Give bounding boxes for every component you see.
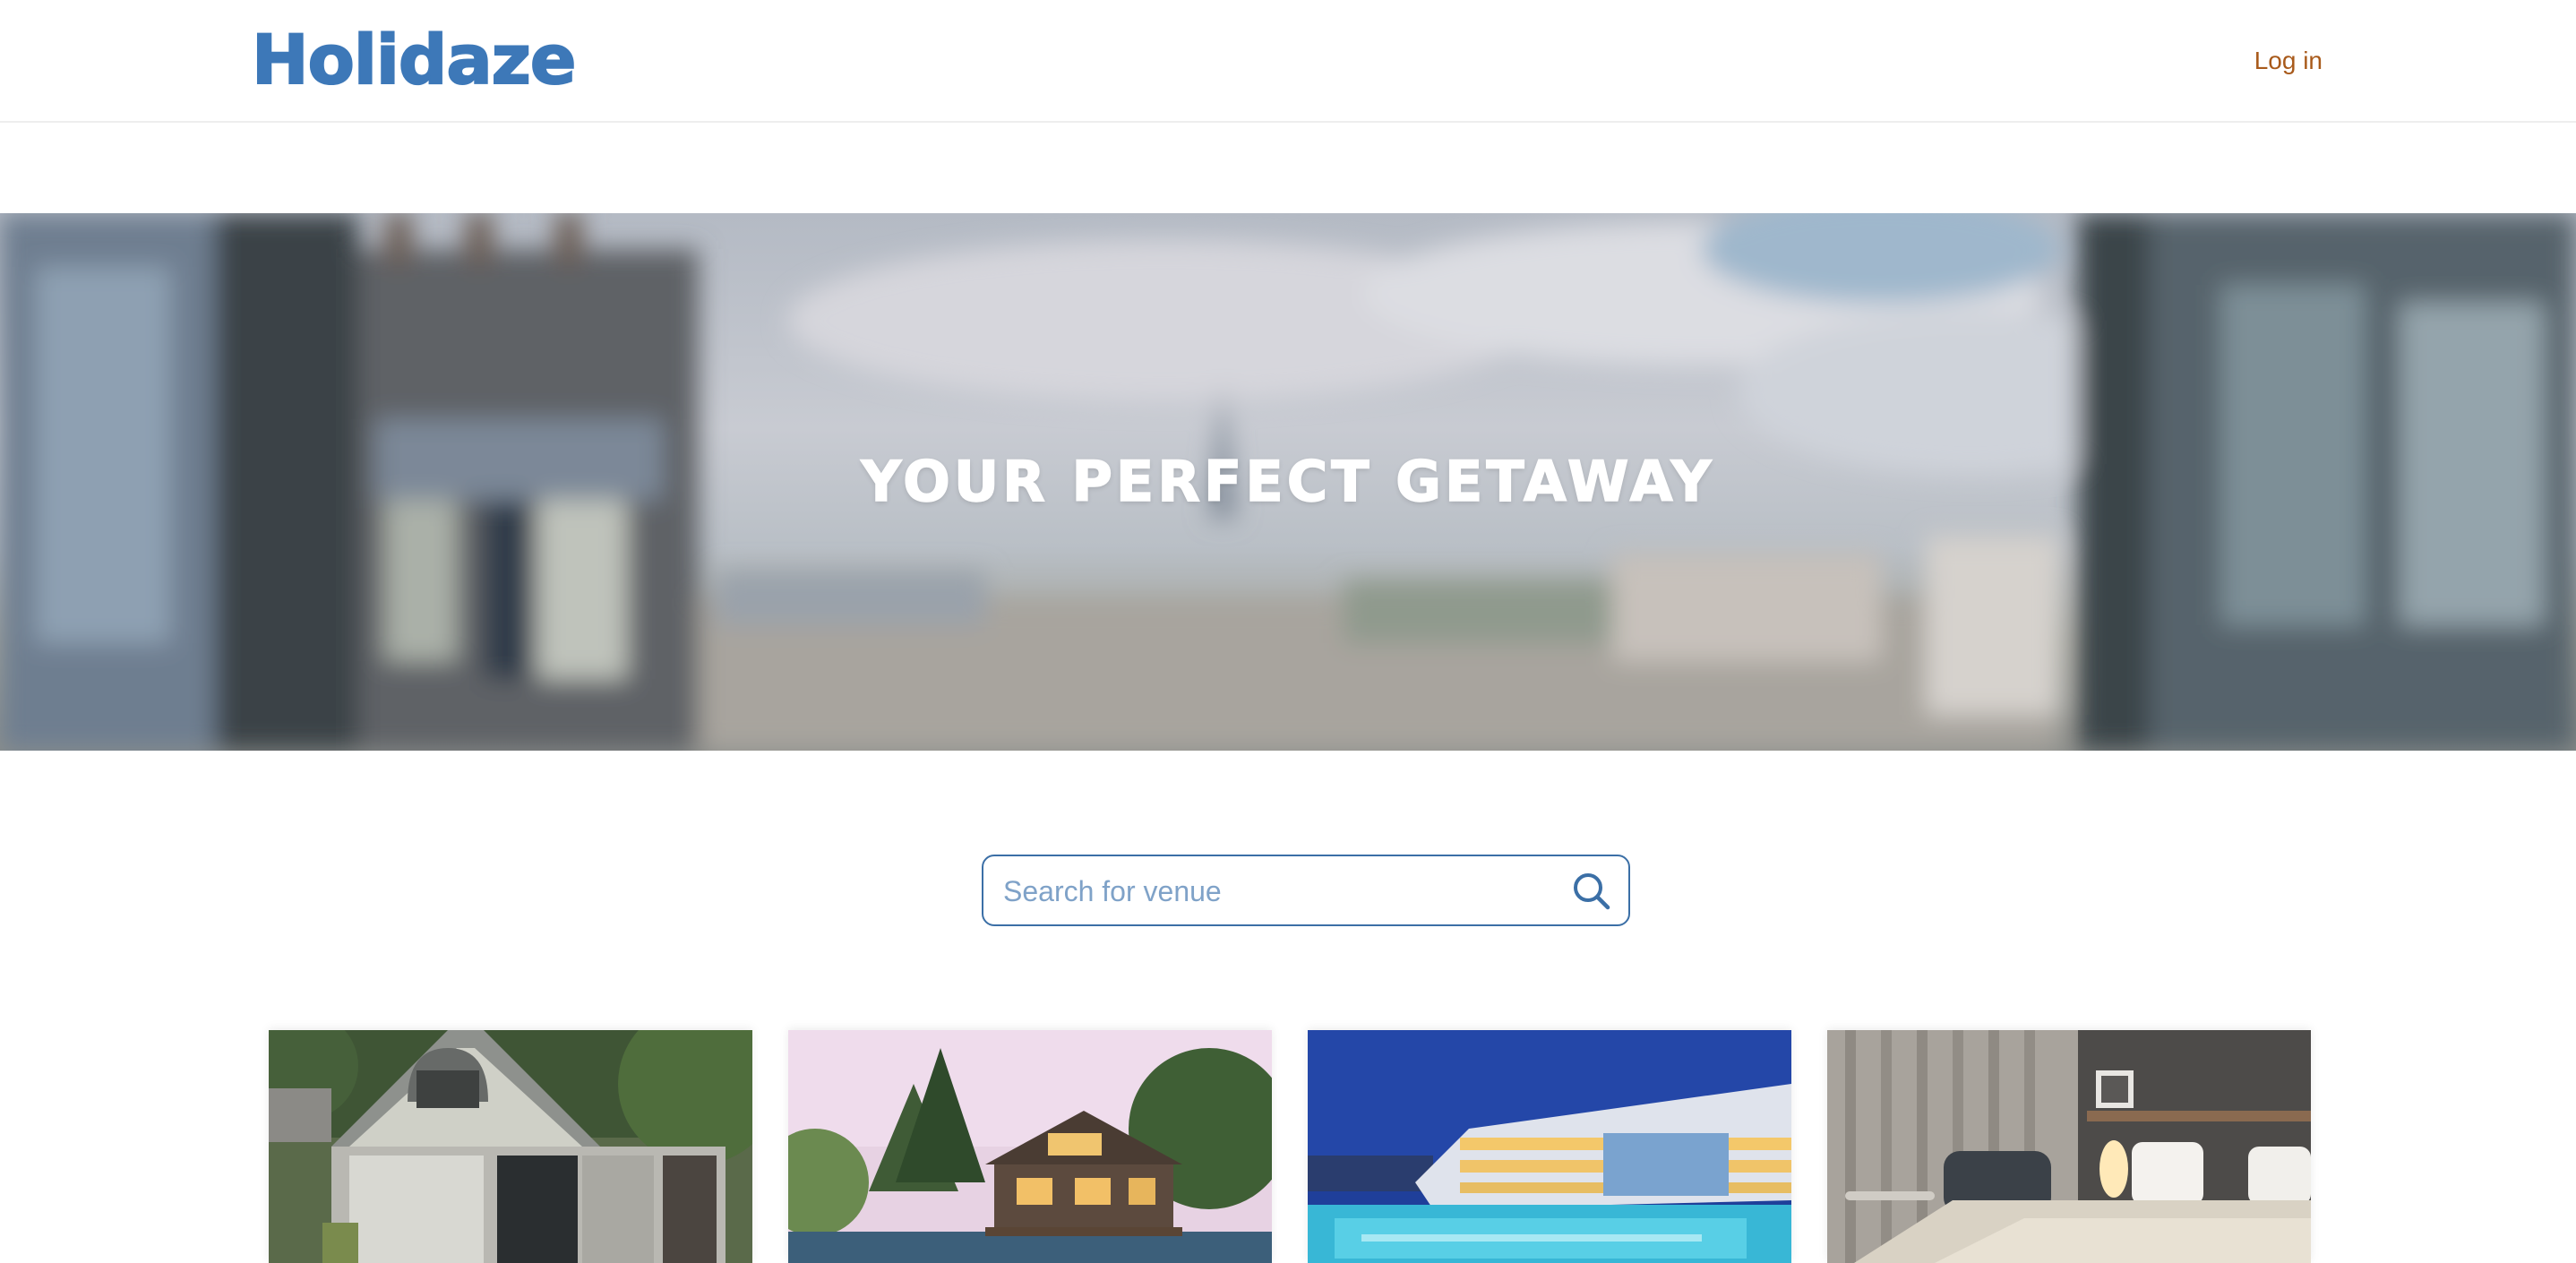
venue-card[interactable] [1308,1030,1791,1263]
site-header: Holidaze Log in [0,0,2576,123]
venue-card[interactable] [269,1030,752,1263]
logo[interactable]: Holidaze [251,19,577,100]
lakeside-lodge-photo [788,1030,1272,1263]
hero-title: YOUR PERFECT GETAWAY [861,448,1715,515]
cabin-house-photo [269,1030,752,1263]
search-input[interactable] [1001,865,1548,917]
search-icon[interactable] [1571,871,1612,912]
hero-banner: YOUR PERFECT GETAWAY [0,213,2576,751]
venue-card[interactable] [788,1030,1272,1263]
resort-pool-photo [1308,1030,1791,1263]
venue-card[interactable] [1827,1030,2311,1263]
login-link[interactable]: Log in [2254,43,2323,79]
hotel-bedroom-photo [1827,1030,2311,1263]
search-bar [982,855,1630,926]
